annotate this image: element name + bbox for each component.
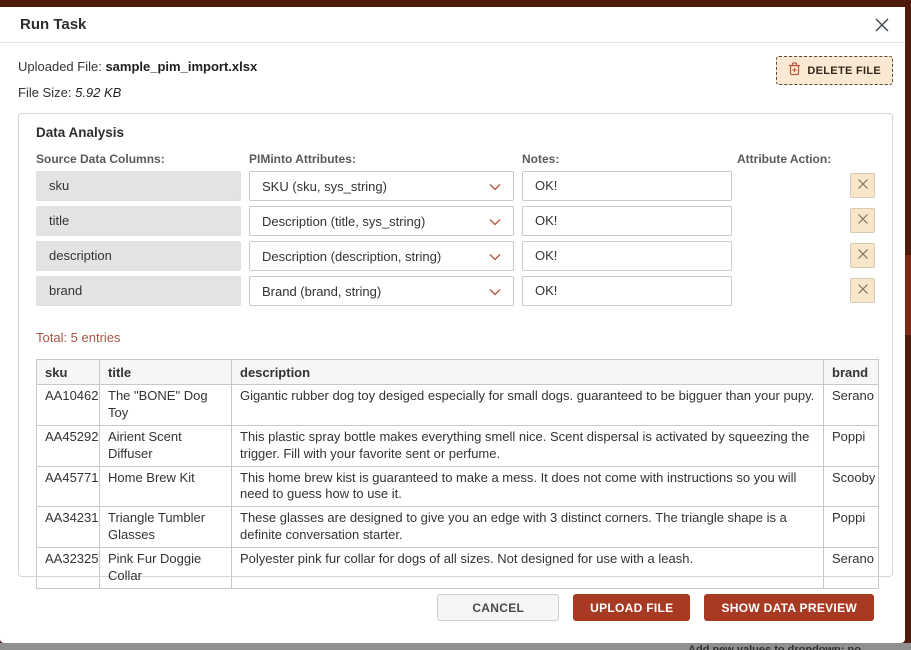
uploaded-file-value: sample_pim_import.xlsx [105, 59, 257, 74]
file-size-value: 5.92 KB [75, 85, 121, 100]
chevron-down-icon [489, 179, 501, 194]
attribute-dropdown-value: Brand (brand, string) [262, 284, 381, 299]
mapping-row: brand Brand (brand, string) OK! [19, 276, 892, 306]
mapping-row: sku SKU (sku, sys_string) OK! [19, 171, 892, 201]
remove-x-icon [857, 213, 869, 228]
source-column-field: title [36, 206, 241, 236]
remove-x-icon [857, 283, 869, 298]
background-page-topbar [0, 0, 911, 7]
column-header-sku: sku [37, 360, 100, 385]
delete-file-label: DELETE FILE [807, 65, 881, 77]
cell-title: Airient Scent Diffuser [100, 425, 232, 466]
cell-title: Triangle Tumbler Glasses [100, 507, 232, 548]
cell-title: Home Brew Kit [100, 466, 232, 507]
cell-sku: AA10462 [37, 385, 100, 426]
mapping-row: title Description (title, sys_string) OK… [19, 206, 892, 236]
modal-footer: CANCEL UPLOAD FILE SHOW DATA PREVIEW [437, 594, 874, 621]
cell-brand: Serano [824, 548, 879, 589]
table-row: AA45771 Home Brew Kit This home brew kis… [37, 466, 879, 507]
screen: Run Task Uploaded File: sample_pim_impor… [0, 0, 911, 650]
attribute-dropdown[interactable]: Description (title, sys_string) [249, 206, 514, 236]
attribute-dropdown-value: SKU (sku, sys_string) [262, 179, 387, 194]
data-analysis-panel: Data Analysis Source Data Columns: PIMin… [18, 113, 893, 577]
remove-attribute-button[interactable] [850, 278, 875, 303]
column-header-title: title [100, 360, 232, 385]
attribute-dropdown-value: Description (description, string) [262, 249, 441, 264]
uploaded-file-line: Uploaded File: sample_pim_import.xlsx [18, 59, 257, 74]
close-icon [871, 16, 893, 34]
background-page-right-edge [905, 0, 911, 650]
cell-description: This plastic spray bottle makes everythi… [232, 425, 824, 466]
remove-attribute-button[interactable] [850, 173, 875, 198]
modal-title: Run Task [20, 16, 86, 33]
source-column-field: brand [36, 276, 241, 306]
uploaded-file-label: Uploaded File: [18, 59, 102, 74]
cell-brand: Poppi [824, 507, 879, 548]
notes-input[interactable]: OK! [522, 206, 732, 236]
remove-x-icon [857, 248, 869, 263]
table-row: AA34231 Triangle Tumbler Glasses These g… [37, 507, 879, 548]
source-column-field: sku [36, 171, 241, 201]
table-row: AA32325 Pink Fur Doggie Collar Polyester… [37, 548, 879, 589]
cell-title: The "BONE" Dog Toy [100, 385, 232, 426]
remove-attribute-button[interactable] [850, 243, 875, 268]
cell-description: Gigantic rubber dog toy desiged especial… [232, 385, 824, 426]
data-analysis-title: Data Analysis [36, 125, 124, 140]
total-entries-label: Total: 5 entries [36, 330, 121, 345]
attribute-dropdown[interactable]: Brand (brand, string) [249, 276, 514, 306]
file-size-line: File Size: 5.92 KB [18, 85, 121, 100]
column-header-brand: brand [824, 360, 879, 385]
chevron-down-icon [489, 284, 501, 299]
piminto-attributes-label: PIMinto Attributes: [249, 152, 356, 166]
background-partial-text: Add new values to dropdown: no [688, 644, 861, 650]
mapping-row: description Description (description, st… [19, 241, 892, 271]
notes-input[interactable]: OK! [522, 241, 732, 271]
notes-label: Notes: [522, 152, 559, 166]
chevron-down-icon [489, 249, 501, 264]
cell-brand: Poppi [824, 425, 879, 466]
cell-description: This home brew kist is guaranteed to mak… [232, 466, 824, 507]
cancel-button[interactable]: CANCEL [437, 594, 559, 621]
data-preview-table: sku title description brand AA10462 The … [36, 359, 879, 589]
cell-sku: AA45292 [37, 425, 100, 466]
upload-file-button[interactable]: UPLOAD FILE [573, 594, 690, 621]
attribute-dropdown[interactable]: SKU (sku, sys_string) [249, 171, 514, 201]
attribute-dropdown[interactable]: Description (description, string) [249, 241, 514, 271]
cell-description: Polyester pink fur collar for dogs of al… [232, 548, 824, 589]
cell-sku: AA34231 [37, 507, 100, 548]
table-header-row: sku title description brand [37, 360, 879, 385]
cell-description: These glasses are designed to give you a… [232, 507, 824, 548]
chevron-down-icon [489, 214, 501, 229]
notes-input[interactable]: OK! [522, 171, 732, 201]
run-task-modal: Run Task Uploaded File: sample_pim_impor… [0, 7, 905, 643]
table-row: AA10462 The "BONE" Dog Toy Gigantic rubb… [37, 385, 879, 426]
close-button[interactable] [871, 14, 893, 36]
cell-brand: Scooby [824, 466, 879, 507]
modal-header: Run Task [0, 7, 905, 43]
source-column-field: description [36, 241, 241, 271]
cell-sku: AA45771 [37, 466, 100, 507]
table-row: AA45292 Airient Scent Diffuser This plas… [37, 425, 879, 466]
delete-file-button[interactable]: DELETE FILE [776, 56, 893, 85]
cell-title: Pink Fur Doggie Collar [100, 548, 232, 589]
trash-icon [788, 62, 801, 79]
attribute-dropdown-value: Description (title, sys_string) [262, 214, 425, 229]
file-size-label: File Size: [18, 85, 71, 100]
remove-attribute-button[interactable] [850, 208, 875, 233]
attribute-action-label: Attribute Action: [737, 152, 831, 166]
cell-sku: AA32325 [37, 548, 100, 589]
cell-brand: Serano [824, 385, 879, 426]
notes-input[interactable]: OK! [522, 276, 732, 306]
source-columns-label: Source Data Columns: [36, 152, 165, 166]
column-header-description: description [232, 360, 824, 385]
show-data-preview-button[interactable]: SHOW DATA PREVIEW [704, 594, 874, 621]
background-page-bottom-strip: Add new values to dropdown: no [0, 643, 911, 650]
remove-x-icon [857, 178, 869, 193]
